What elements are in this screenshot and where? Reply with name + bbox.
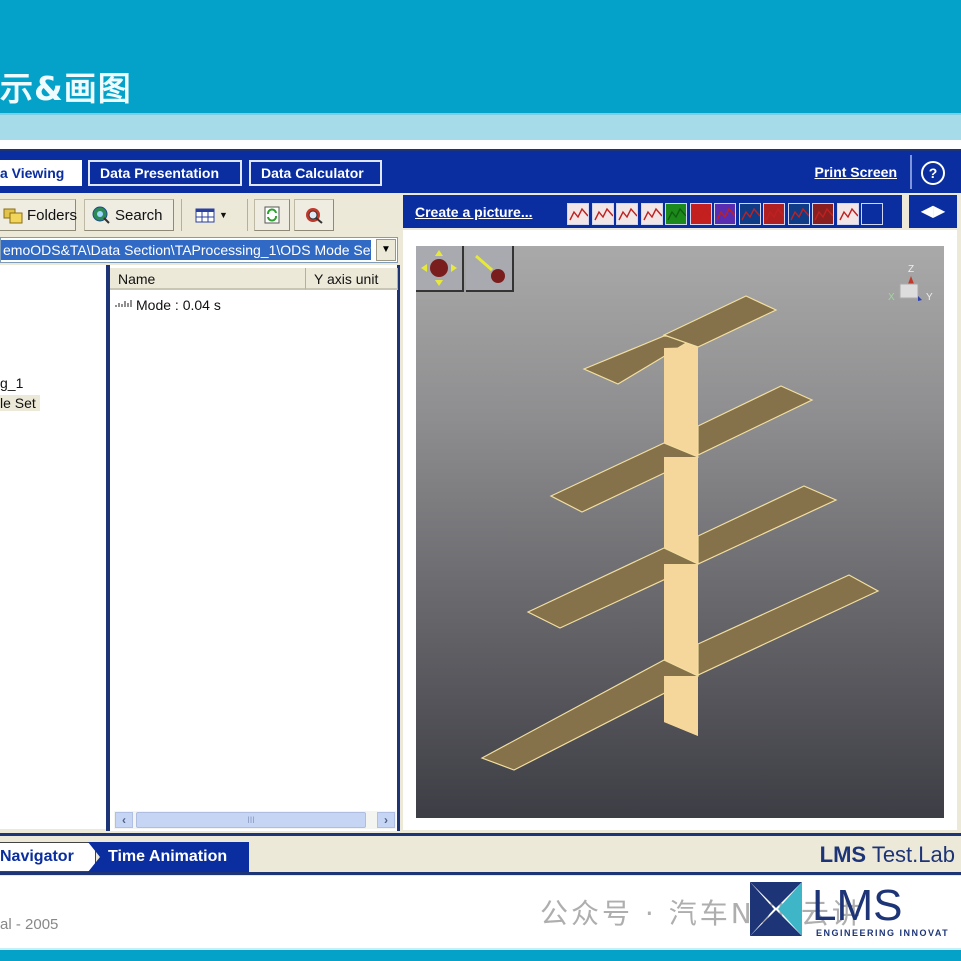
chevron-down-icon: ▼ (219, 210, 228, 220)
column-header-y-axis-unit[interactable]: Y axis unit (306, 268, 398, 290)
scroll-thumb[interactable]: III (136, 812, 366, 828)
workflow-bar: Navigator Time Animation LMS Test.Lab (0, 833, 961, 875)
axis-x-label: X (888, 292, 895, 303)
refresh-button[interactable] (254, 199, 290, 231)
folders-button[interactable]: Folders (0, 199, 78, 231)
zoom-tool-button[interactable] (466, 246, 514, 292)
flange-2-right (697, 385, 814, 456)
function-overlay-icon[interactable] (567, 203, 589, 225)
layout-arrows-button[interactable]: ◀▶ (909, 195, 957, 228)
inspect-button[interactable] (294, 199, 334, 231)
stacked-function-icon[interactable] (591, 203, 614, 225)
scroll-right-button[interactable]: › (377, 812, 395, 828)
svg-text:ENGINEERING INNOVAT: ENGINEERING INNOVAT (816, 928, 949, 938)
lms-logo: LMS ENGINEERING INNOVAT (750, 881, 949, 938)
divider (910, 155, 912, 189)
lms-testlab-window: a Viewing Data Presentation Data Calcula… (0, 149, 961, 876)
header-strip (0, 113, 961, 140)
geometry-3d-viewport[interactable]: Z X Y (416, 246, 944, 818)
scroll-left-button[interactable]: ‹ (115, 812, 133, 828)
footer-strip (0, 948, 961, 961)
slide-title: 示&画图 (0, 69, 132, 108)
geometry-wave-icon[interactable] (738, 203, 761, 225)
nyquist-icon[interactable] (640, 203, 663, 225)
axis-z-label: Z (908, 264, 914, 275)
multi-trace-icon[interactable] (714, 203, 736, 225)
footer-copyright: al - 2005 (0, 916, 59, 933)
axis-y-label: Y (926, 292, 933, 303)
slide-header: 示&画图 (0, 0, 961, 113)
print-screen-link[interactable]: Print Screen (815, 164, 897, 180)
data-list: Name Y axis unit Mode : 0.04 s ‹ III › (110, 265, 400, 831)
flange-4-right (697, 574, 880, 676)
function-overlay-icon-2[interactable] (836, 203, 859, 225)
create-picture-link[interactable]: Create a picture... (415, 204, 533, 220)
search-icon (91, 206, 111, 224)
view-mode-dropdown[interactable]: ▼ (188, 199, 240, 231)
svg-text:LMS: LMS (812, 881, 902, 930)
horizontal-scrollbar[interactable]: ‹ III › (114, 811, 396, 829)
tree-item-selected[interactable]: le Set (0, 395, 40, 411)
waveform-icon (114, 297, 134, 313)
geometry-model (480, 295, 880, 771)
toolbar-divider (181, 199, 182, 231)
data-tree: g_1 le Set (0, 265, 106, 829)
waterfall-icon[interactable] (616, 203, 638, 225)
bar-chart-icon[interactable] (665, 203, 687, 225)
tab-data-calculator[interactable]: Data Calculator (249, 160, 382, 186)
row-name: Mode : 0.04 s (136, 297, 221, 313)
dual-panel-icon[interactable] (787, 203, 810, 225)
refresh-icon (262, 206, 282, 224)
folders-icon (3, 206, 23, 224)
flange-top-right (662, 295, 778, 348)
tab-data-presentation[interactable]: Data Presentation (88, 160, 242, 186)
flange-3-right (697, 485, 838, 565)
table-view-icon (195, 206, 215, 224)
geometry-split-icon[interactable] (763, 203, 785, 225)
workbook-tabbar: a Viewing Data Presentation Data Calcula… (0, 151, 961, 193)
blank-icon[interactable] (861, 203, 883, 225)
navigator-toolbar: Folders Search ▼ (0, 195, 400, 235)
viewport-frame: Z X Y (403, 230, 957, 830)
search-label: Search (115, 206, 163, 224)
rotate-icon (421, 250, 457, 286)
colormap-icon[interactable] (689, 203, 712, 225)
display-toolbar: Create a picture... (403, 195, 902, 228)
workflow-step-time-animation[interactable]: Time Animation (88, 842, 249, 872)
tree-item[interactable]: g_1 (0, 375, 23, 391)
list-row[interactable]: Mode : 0.04 s (114, 297, 221, 313)
help-button[interactable]: ? (921, 161, 945, 185)
slide: 示&画图 a Viewing Data Presentation Data Ca… (0, 0, 961, 961)
gear-search-icon (304, 206, 324, 224)
toolbar-divider (247, 199, 248, 231)
column-header-name[interactable]: Name (110, 268, 306, 290)
path-dropdown-button[interactable]: ▼ (376, 239, 396, 261)
cross-cursor-icon[interactable] (812, 203, 834, 225)
path-value: emoODS&TA\Data Section\TAProcessing_1\OD… (1, 240, 371, 260)
workflow-step-navigator[interactable]: Navigator (0, 842, 96, 872)
folders-label: Folders (27, 206, 78, 224)
tab-data-viewing[interactable]: a Viewing (0, 160, 82, 186)
chevron-down-icon: ▼ (381, 244, 391, 255)
zoom-icon (475, 254, 505, 283)
axis-triad: Z X Y (888, 264, 933, 303)
path-combobox[interactable]: emoODS&TA\Data Section\TAProcessing_1\OD… (0, 237, 398, 263)
lms-testlab-brand: LMS Test.Lab (819, 842, 955, 867)
rotate-tool-button[interactable] (416, 246, 464, 292)
search-button[interactable]: Search (84, 199, 174, 231)
